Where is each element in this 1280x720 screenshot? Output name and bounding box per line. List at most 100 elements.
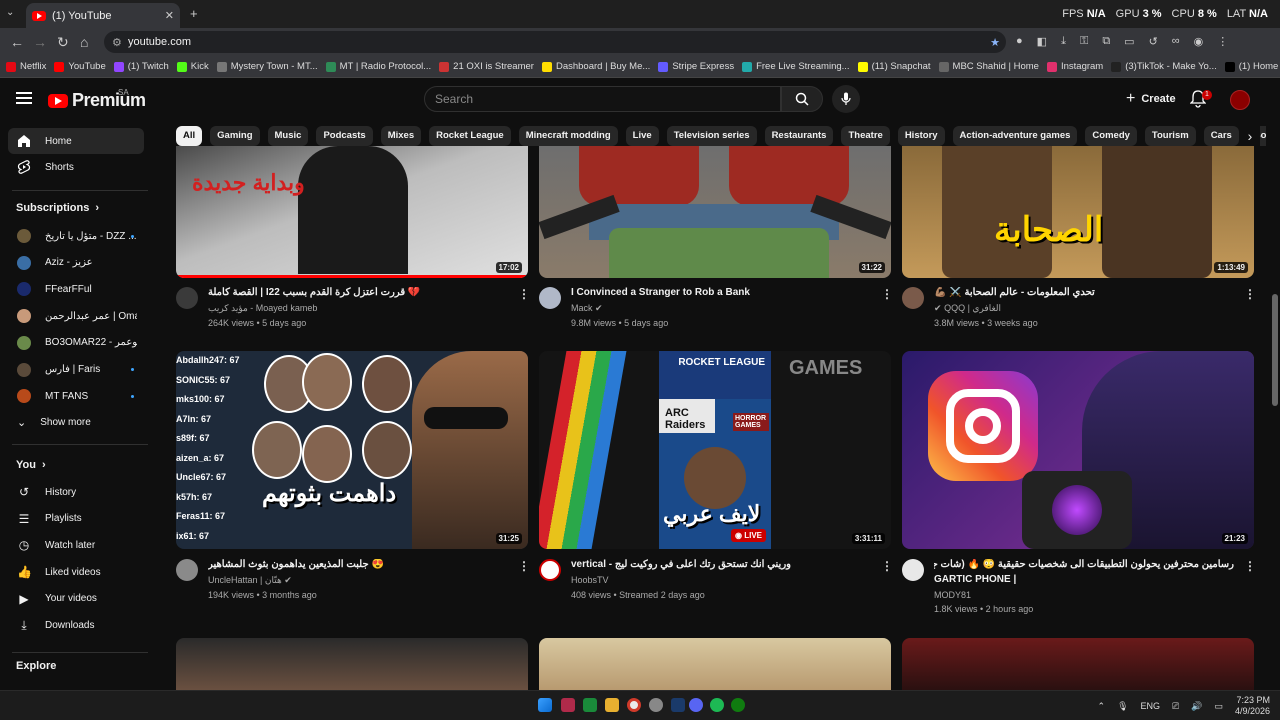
video-thumbnail[interactable]: الصحابة 1:13:49 xyxy=(902,146,1254,278)
video-menu-icon[interactable]: ⋮ xyxy=(1244,287,1256,301)
chip-comedy[interactable]: Comedy xyxy=(1085,126,1137,146)
discord-icon[interactable] xyxy=(689,698,703,712)
sidebar-subscription-item[interactable]: عمر عبدالرحمن | Omar ... xyxy=(8,303,144,329)
extensions-puzzle-icon[interactable]: ◧ xyxy=(1037,35,1047,48)
sidebar-item-shorts[interactable]: Shorts xyxy=(8,154,144,180)
site-info-icon[interactable]: ⚙ xyxy=(112,36,122,49)
profile-icon[interactable]: ◉ xyxy=(1194,35,1204,48)
bookmark-item[interactable]: Kick xyxy=(176,61,209,72)
search-input[interactable]: Search xyxy=(424,86,781,112)
video-thumbnail[interactable]: 21:23 xyxy=(902,351,1254,549)
chip-all[interactable]: All xyxy=(176,126,203,146)
tray-overflow-icon[interactable]: ⌃ xyxy=(1098,701,1106,712)
sidebar-subscription-item[interactable]: فارس | Faris xyxy=(8,357,144,383)
volume-icon[interactable]: 🔊 xyxy=(1191,701,1202,712)
channel-name[interactable]: HoobsTV xyxy=(571,575,609,585)
chip-tourism[interactable]: Tourism xyxy=(1144,126,1196,146)
sidebar-subscription-item[interactable]: FFearFFul xyxy=(8,276,144,302)
menu-icon[interactable] xyxy=(16,92,32,104)
bookmark-item[interactable]: Free Live Streaming... xyxy=(742,61,850,72)
language-indicator[interactable]: ENG xyxy=(1141,701,1161,711)
translate-icon[interactable]: ⧉ xyxy=(1102,35,1110,48)
back-icon[interactable]: ← xyxy=(10,34,24,50)
app-icon[interactable] xyxy=(561,698,575,712)
xbox-icon[interactable] xyxy=(731,698,745,712)
chip-action-adventure-games[interactable]: Action-adventure games xyxy=(952,126,1078,146)
new-tab-button[interactable]: + xyxy=(190,6,198,21)
chip-television-series[interactable]: Television series xyxy=(666,126,757,146)
forward-icon[interactable]: → xyxy=(33,34,47,50)
bookmark-item[interactable]: MT | Radio Protocol... xyxy=(325,61,431,72)
subscriptions-heading[interactable]: Subscriptions › xyxy=(16,202,99,214)
youtube-premium-logo[interactable]: Premium xyxy=(48,90,146,111)
clock[interactable]: 7:23 PM 4/9/2026 xyxy=(1235,695,1270,717)
bookmark-item[interactable]: Stripe Express xyxy=(658,61,734,72)
video-title[interactable]: 😍 جلبت المذيعين يداهمون بثوث المشاهير xyxy=(208,559,508,570)
scrollbar-thumb[interactable] xyxy=(1272,294,1278,406)
link-icon[interactable]: ∞ xyxy=(1172,35,1180,48)
video-thumbnail[interactable] xyxy=(902,638,1254,690)
bookmark-item[interactable]: Mystery Town - MT... xyxy=(216,61,318,72)
chrome-icon[interactable] xyxy=(627,698,641,712)
video-title[interactable]: 💔 قررت أعتزل كرة القدم بسبب I22 | القصة … xyxy=(208,287,508,298)
video-thumbnail[interactable]: Abdallh247: 67 SONIC55: 67 mks100: 67 A7ln:… xyxy=(176,351,528,549)
chip-theatre[interactable]: Theatre xyxy=(841,126,890,146)
you-heading[interactable]: You › xyxy=(16,459,46,471)
channel-name[interactable]: مؤيد كريب - Moayed kameb xyxy=(208,303,317,314)
browser-menu-icon[interactable]: ⋮ xyxy=(1217,35,1228,48)
chip-music[interactable]: Music xyxy=(267,126,309,146)
bookmark-item[interactable]: MBC Shahid | Home xyxy=(938,61,1039,72)
create-button[interactable]: + Create xyxy=(1120,87,1182,111)
chip-live[interactable]: Live xyxy=(625,126,659,146)
sidebar-subscription-item[interactable]: Aziz - عزيز xyxy=(8,250,144,276)
bookmark-item[interactable]: (11) Snapchat xyxy=(857,61,931,72)
channel-name[interactable]: QQQ | الغافري xyxy=(944,303,1001,313)
network-icon[interactable]: ⎚ xyxy=(1172,701,1179,712)
video-title[interactable]: وريني انك تستحق رتك اعلى في روكيت ليج - … xyxy=(571,559,871,570)
chip-history[interactable]: History xyxy=(897,126,945,146)
browser-tab[interactable]: (1) YouTube ✕ xyxy=(26,3,180,28)
sidebar-subscription-item[interactable]: متؤل يا تاريخ - DZZ ... xyxy=(8,223,144,249)
channel-avatar[interactable] xyxy=(902,287,924,309)
home-browser-icon[interactable]: ⌂ xyxy=(80,34,88,50)
spotify-icon[interactable] xyxy=(710,698,724,712)
chips-next-button[interactable]: › xyxy=(1240,126,1260,146)
bookmark-item[interactable]: Dashboard | Buy Me... xyxy=(541,61,650,72)
sidebar-item-your-videos[interactable]: ▶ Your videos xyxy=(8,586,144,612)
video-title[interactable]: تحدي المعلومات - عالم الصحابة ⚔️ 💪🏽 xyxy=(934,287,1234,298)
chip-restaurants[interactable]: Restaurants xyxy=(764,126,834,146)
windows-start-icon[interactable] xyxy=(538,698,552,712)
tab-search-icon[interactable]: ⌄ xyxy=(6,7,14,18)
chip-minecraft-modding[interactable]: Minecraft modding xyxy=(518,126,618,146)
sidebar-item-playlists[interactable]: ☰ Playlists xyxy=(8,506,144,532)
video-menu-icon[interactable]: ⋮ xyxy=(1244,559,1256,573)
app-icon[interactable] xyxy=(649,698,663,712)
channel-name[interactable]: MODY81 xyxy=(934,590,971,600)
chip-cars[interactable]: Cars xyxy=(1203,126,1239,146)
battery-icon[interactable]: ▭ xyxy=(1214,701,1223,712)
sidebar-item-liked-videos[interactable]: 👍 Liked videos xyxy=(8,559,144,585)
show-more-button[interactable]: ⌄ Show more xyxy=(8,409,144,435)
chip-podcasts[interactable]: Podcasts xyxy=(316,126,373,146)
chip-rocket-league[interactable]: Rocket League xyxy=(429,126,511,146)
search-button[interactable] xyxy=(781,86,823,112)
account-avatar[interactable] xyxy=(1230,90,1250,110)
bookmark-item[interactable]: (1) Twitch xyxy=(113,61,169,72)
video-menu-icon[interactable]: ⋮ xyxy=(881,287,893,301)
channel-name[interactable]: UncleHattan | هتّان xyxy=(208,575,282,585)
voice-search-button[interactable] xyxy=(832,85,860,113)
bookmark-item[interactable]: Netflix xyxy=(6,61,46,72)
video-thumbnail[interactable]: 31:22 xyxy=(539,146,891,278)
sidebar-item-watch-later[interactable]: ◷ Watch later xyxy=(8,532,144,558)
page-scrollbar[interactable] xyxy=(1270,122,1280,690)
bookmark-item[interactable]: (1) Home / X xyxy=(1224,61,1280,72)
video-thumbnail[interactable] xyxy=(539,638,891,690)
file-explorer-icon[interactable] xyxy=(605,698,619,712)
bookmark-item[interactable]: (3)TikTok - Make Yo... xyxy=(1111,61,1217,72)
sidebar-subscription-item[interactable]: BO3OMAR22 - ابوعمر xyxy=(8,330,144,356)
tab-close-icon[interactable]: ✕ xyxy=(165,9,174,22)
password-icon[interactable]: ⚿ xyxy=(1080,35,1088,48)
video-title[interactable]: رسامين محترفين يحولون التطبيقات الى شخصي… xyxy=(934,559,1234,570)
chip-gaming[interactable]: Gaming xyxy=(210,126,260,146)
bookmark-item[interactable]: 21 OXI is Streamer xyxy=(439,61,534,72)
